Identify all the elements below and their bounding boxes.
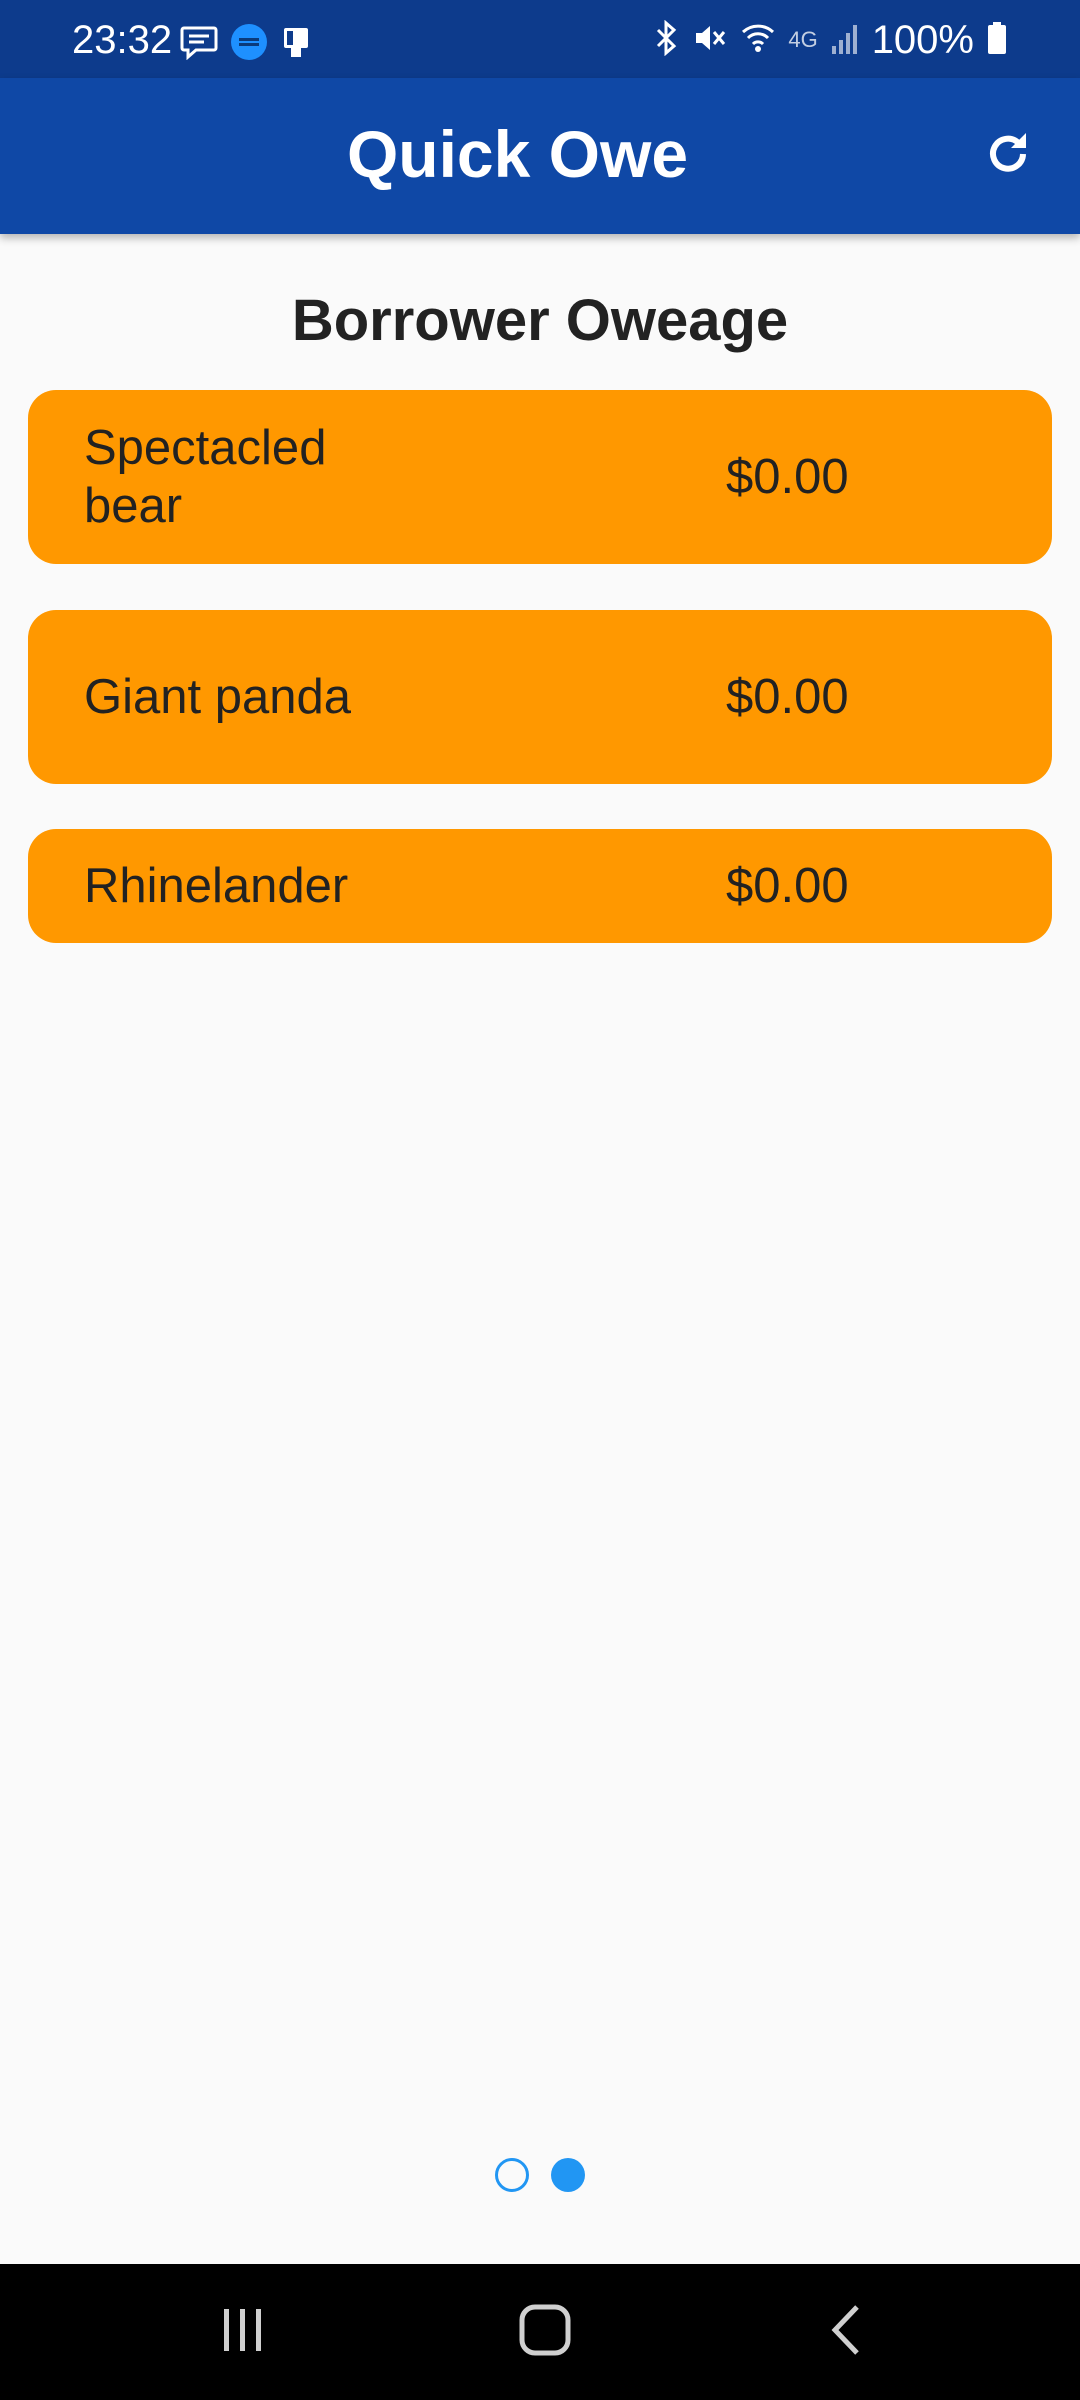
borrower-amount: $0.00 (726, 859, 849, 913)
status-time: 23:32 (72, 18, 173, 62)
wifi-icon (740, 20, 776, 61)
home-button[interactable] (497, 2284, 593, 2380)
battery-percent: 100% (871, 18, 974, 62)
home-icon (517, 2302, 573, 2363)
message-icon (180, 24, 220, 65)
borrower-card[interactable]: Spectacled bear $0.00 (28, 390, 1052, 564)
battery-icon (986, 20, 1008, 61)
app-bar: Quick Owe (0, 78, 1080, 234)
borrower-card[interactable]: Giant panda $0.00 (28, 610, 1052, 784)
recents-button[interactable] (195, 2284, 291, 2380)
borrower-name: Rhinelander (84, 859, 349, 913)
refresh-button[interactable] (972, 120, 1044, 192)
system-nav-bar (0, 2264, 1080, 2400)
app-title: Quick Owe (346, 117, 689, 191)
page-dot-1[interactable] (495, 2158, 529, 2192)
borrower-name: Giant panda (84, 670, 351, 724)
tablet-icon (278, 24, 314, 65)
status-right: 4G 100% (652, 18, 1008, 62)
recents-icon (218, 2305, 268, 2360)
page-title: Borrower Oweage (291, 288, 789, 353)
status-bar: 23:32 4G 100% (0, 0, 1080, 78)
borrower-name: Spectacled bear (84, 421, 327, 533)
page-dot-2-active[interactable] (551, 2158, 585, 2192)
back-icon (823, 2302, 873, 2363)
borrower-amount: $0.00 (726, 670, 849, 724)
mute-icon (692, 20, 728, 61)
refresh-icon (982, 128, 1034, 185)
usa-today-icon (230, 23, 268, 66)
page-indicator (0, 2158, 1080, 2194)
notification-icons (180, 23, 314, 66)
network-type-label: 4G (788, 27, 818, 52)
borrower-amount: $0.00 (726, 450, 849, 504)
bluetooth-icon (652, 19, 680, 61)
back-button[interactable] (800, 2284, 896, 2380)
signal-icon (830, 20, 860, 61)
borrower-card[interactable]: Rhinelander $0.00 (28, 829, 1052, 943)
